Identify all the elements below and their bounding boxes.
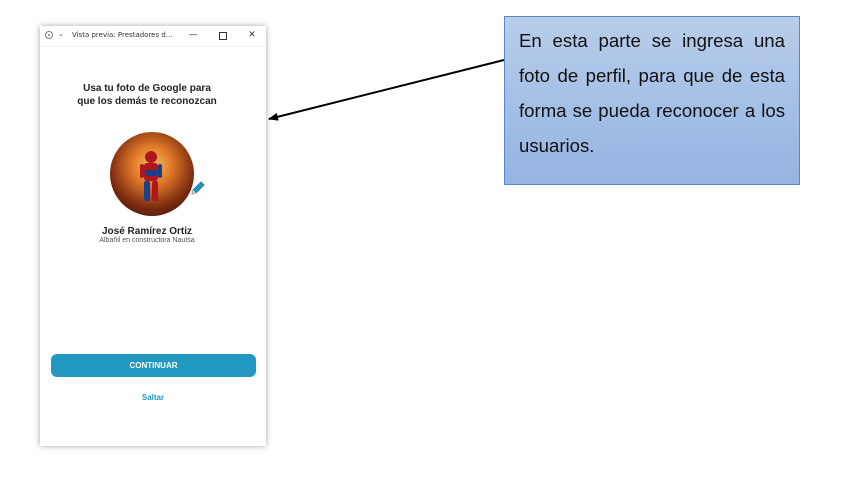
avatar-figure-icon <box>140 151 162 201</box>
maximize-icon[interactable] <box>216 29 230 41</box>
skip-link[interactable]: Saltar <box>40 393 266 402</box>
callout-box: En esta parte se ingresa una foto de per… <box>504 16 800 185</box>
user-role: Albañil en constructora Nautsa <box>99 237 195 244</box>
app-icon[interactable] <box>45 31 53 39</box>
pencil-icon[interactable] <box>190 180 206 196</box>
callout-text: En esta parte se ingresa una foto de per… <box>519 30 785 156</box>
page-title: Usa tu foto de Google para que los demás… <box>40 82 254 108</box>
continue-button[interactable]: CONTINUAR <box>51 354 256 377</box>
headline-line-2: que los demás te reconozcan <box>77 96 217 107</box>
headline-line-1: Usa tu foto de Google para <box>83 83 211 94</box>
avatar[interactable] <box>110 132 194 216</box>
close-icon[interactable]: ✕ <box>245 29 259 41</box>
minimize-icon[interactable]: — <box>186 29 200 41</box>
preview-window: ⌄ Vista previa: Prestadores d... — ✕ Usa… <box>40 26 266 446</box>
chevron-down-icon[interactable]: ⌄ <box>58 30 64 38</box>
user-name: José Ramírez Ortiz <box>101 226 193 237</box>
window-titlebar: ⌄ Vista previa: Prestadores d... — ✕ <box>40 26 266 47</box>
window-title: Vista previa: Prestadores d... <box>72 31 173 39</box>
